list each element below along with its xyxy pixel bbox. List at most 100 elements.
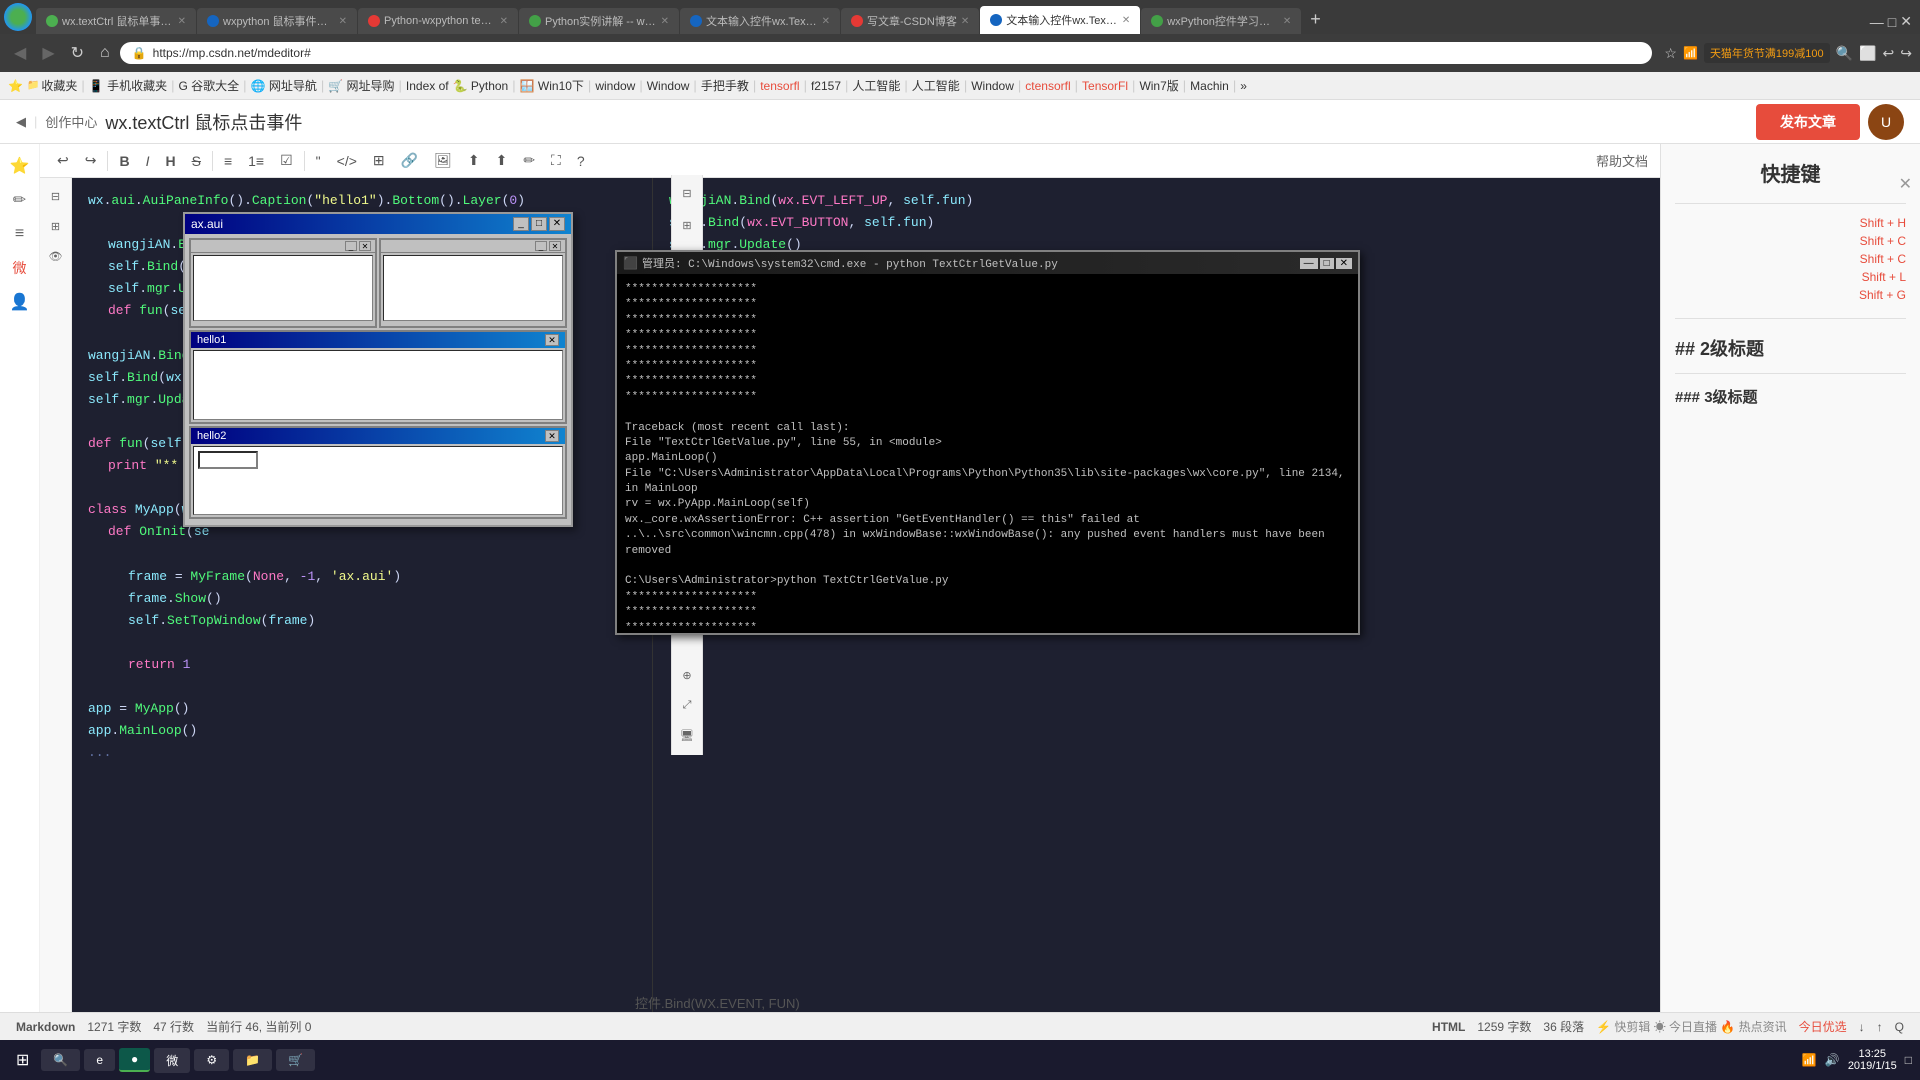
bookmark-win10[interactable]: 🪟 Win10下 bbox=[520, 77, 584, 94]
tab-4[interactable]: Python实例讲解 -- wxpyth... ✕ bbox=[519, 8, 679, 34]
taskbar-start[interactable]: ⊞ bbox=[8, 1046, 37, 1074]
hello2-close[interactable]: ✕ bbox=[545, 430, 559, 442]
cmd-maximize[interactable]: □ bbox=[1320, 258, 1334, 269]
editor-right-icon-expand[interactable]: ⤢ bbox=[675, 693, 699, 717]
bookmark-google[interactable]: G 谷歌大全 bbox=[178, 77, 239, 94]
bookmark-webdaogou[interactable]: 🛒 网址导购 bbox=[328, 77, 394, 94]
editor-icon-eye[interactable]: 👁 bbox=[44, 244, 68, 268]
bookmark-mobile[interactable]: 📱 手机收藏夹 bbox=[89, 77, 167, 94]
subwin-1-min[interactable]: _ bbox=[345, 241, 357, 251]
bookmark-ctf[interactable]: ctensorfl bbox=[1025, 79, 1070, 93]
editor-icon-columns[interactable]: ⊟ bbox=[44, 184, 68, 208]
sidebar-icon-edit[interactable]: ✏ bbox=[6, 186, 34, 214]
editor-right-icon-crosshair[interactable]: ⊕ bbox=[675, 663, 699, 687]
toolbar-task-list[interactable]: ☑ bbox=[275, 149, 298, 172]
float-minimize-btn[interactable]: _ bbox=[513, 217, 529, 231]
redo-nav-icon[interactable]: ↪ bbox=[1900, 45, 1912, 62]
taskbar-store[interactable]: 🛒 bbox=[276, 1049, 315, 1071]
toolbar-help[interactable]: ? bbox=[572, 150, 590, 172]
editor-right-icon-1[interactable]: ⊟ bbox=[675, 181, 699, 205]
toolbar-link[interactable]: 🔗 bbox=[396, 149, 423, 172]
bookmark-tensorf2[interactable]: TensorFl bbox=[1082, 79, 1128, 93]
close-button[interactable]: ✕ bbox=[1900, 13, 1912, 30]
right-panel-close[interactable]: ✕ bbox=[1899, 174, 1912, 194]
tab-5[interactable]: 文本输入控件wx.TextCtrl --... ✕ bbox=[680, 8, 840, 34]
tab-6[interactable]: 写文章-CSDN博客 ✕ bbox=[841, 8, 979, 34]
article-title-input[interactable] bbox=[105, 111, 1748, 132]
editor-icon-sidebar[interactable]: ⊞ bbox=[44, 214, 68, 238]
star-icon[interactable]: ☆ bbox=[1664, 45, 1677, 62]
sidebar-icon-user[interactable]: 👤 bbox=[6, 288, 34, 316]
status-arrow-down[interactable]: ↓ bbox=[1859, 1020, 1865, 1034]
minimize-button[interactable]: — bbox=[1870, 13, 1884, 30]
bookmark-python[interactable]: 🐍 Python bbox=[453, 79, 509, 93]
toolbar-upload[interactable]: ⬆ bbox=[463, 149, 485, 172]
taskbar-weibo[interactable]: 微 bbox=[154, 1048, 190, 1073]
toolbar-heading[interactable]: H bbox=[160, 150, 180, 172]
user-avatar[interactable]: U bbox=[1868, 104, 1904, 140]
bookmark-webdaohang[interactable]: 🌐 网址导航 bbox=[251, 77, 317, 94]
toolbar-image[interactable]: 🖼 bbox=[429, 149, 457, 172]
taskbar-notification[interactable]: □ bbox=[1905, 1053, 1912, 1067]
taskbar-ie[interactable]: e bbox=[84, 1049, 115, 1071]
sidebar-icon-list[interactable]: ≡ bbox=[6, 220, 34, 248]
maximize-button[interactable]: □ bbox=[1888, 13, 1896, 30]
cmd-minimize[interactable]: — bbox=[1300, 258, 1318, 269]
search-icon[interactable]: 🔍 bbox=[1836, 45, 1853, 62]
forward-button[interactable]: ▶ bbox=[36, 41, 60, 65]
publish-button[interactable]: 发布文章 bbox=[1756, 104, 1860, 140]
bookmark-handteach[interactable]: 手把手教 bbox=[701, 77, 749, 94]
undo-nav-icon[interactable]: ↩ bbox=[1883, 45, 1895, 62]
hello1-close[interactable]: ✕ bbox=[545, 334, 559, 346]
bookmark-tf[interactable]: tensorfl bbox=[760, 79, 799, 93]
status-date-today[interactable]: 今日优选 bbox=[1799, 1018, 1847, 1035]
subwin-1-close[interactable]: ✕ bbox=[359, 241, 371, 251]
tab-7-active[interactable]: 文本输入控件wx.TextCtrl --... ✕ bbox=[980, 6, 1140, 34]
subwin-2-min[interactable]: _ bbox=[535, 241, 547, 251]
toolbar-blockquote[interactable]: " bbox=[311, 150, 326, 172]
sidebar-icon-star[interactable]: ⭐ bbox=[6, 152, 34, 180]
home-button[interactable]: ⌂ bbox=[94, 42, 116, 64]
new-tab-button[interactable]: + bbox=[1302, 9, 1329, 30]
bookmark-f2157[interactable]: f2157 bbox=[811, 79, 841, 93]
bookmark-indexof[interactable]: Index of bbox=[406, 79, 449, 93]
toolbar-draw[interactable]: ✏ bbox=[518, 149, 540, 172]
taskbar-search[interactable]: 🔍 bbox=[41, 1049, 80, 1071]
bookmark-win7[interactable]: Win7版 bbox=[1139, 77, 1178, 94]
toolbar-code[interactable]: </> bbox=[332, 150, 362, 172]
back-button[interactable]: ◀ bbox=[8, 41, 32, 65]
cmd-titlebar[interactable]: ⬛ 管理员: C:\Windows\system32\cmd.exe - pyt… bbox=[617, 252, 1358, 274]
bookmark-window3[interactable]: Window bbox=[971, 79, 1014, 93]
toolbar-table[interactable]: ⊞ bbox=[368, 149, 390, 172]
bookmark-window[interactable]: window bbox=[595, 79, 635, 93]
toolbar-strikethrough[interactable]: S bbox=[187, 150, 206, 172]
tablet-icon[interactable]: ⬜ bbox=[1859, 45, 1876, 62]
cmd-window[interactable]: ⬛ 管理员: C:\Windows\system32\cmd.exe - pyt… bbox=[615, 250, 1360, 635]
toolbar-ordered-list[interactable]: 1≡ bbox=[243, 150, 269, 172]
toolbar-share[interactable]: ⬆ bbox=[491, 149, 513, 172]
tab-2[interactable]: wxpython 鼠标事件例子 - w... ✕ bbox=[197, 8, 357, 34]
toolbar-bold[interactable]: B bbox=[114, 150, 134, 172]
creation-center-label[interactable]: 创作中心 bbox=[45, 112, 97, 131]
bookmark-more[interactable]: » bbox=[1240, 79, 1247, 93]
toolbar-italic[interactable]: I bbox=[141, 150, 155, 172]
toolbar-undo[interactable]: ↩ bbox=[52, 149, 74, 172]
float-close-btn[interactable]: ✕ bbox=[549, 217, 565, 231]
float-maximize-btn[interactable]: □ bbox=[531, 217, 547, 231]
bookmark-ai1[interactable]: 人工智能 bbox=[852, 77, 900, 94]
tab-3[interactable]: Python-wxpython textctrl... ✕ bbox=[358, 8, 518, 34]
taskbar-settings[interactable]: ⚙ bbox=[194, 1049, 229, 1071]
subwin-2-close[interactable]: ✕ bbox=[549, 241, 561, 251]
float-aui-titlebar[interactable]: ax.aui _ □ ✕ bbox=[185, 214, 571, 234]
tab-8[interactable]: wxPython控件学习之wx.Te... ✕ bbox=[1141, 8, 1301, 34]
bookmark-favorites[interactable]: 📁 收藏夹 bbox=[27, 77, 77, 94]
bookmark-window2[interactable]: Window bbox=[647, 79, 690, 93]
toolbar-fullscreen[interactable]: ⛶ bbox=[546, 149, 566, 172]
editor-right-icon-2[interactable]: ⊞ bbox=[675, 213, 699, 237]
refresh-button[interactable]: ↻ bbox=[65, 41, 90, 65]
taskbar-folder[interactable]: 📁 bbox=[233, 1049, 272, 1071]
editor-right-icon-monitor[interactable]: 🖥 bbox=[675, 723, 699, 747]
address-bar[interactable]: https://mp.csdn.net/mdeditor# bbox=[153, 46, 1641, 60]
toolbar-redo[interactable]: ↪ bbox=[80, 149, 102, 172]
float-aui-window[interactable]: ax.aui _ □ ✕ _ ✕ bbox=[183, 212, 573, 527]
